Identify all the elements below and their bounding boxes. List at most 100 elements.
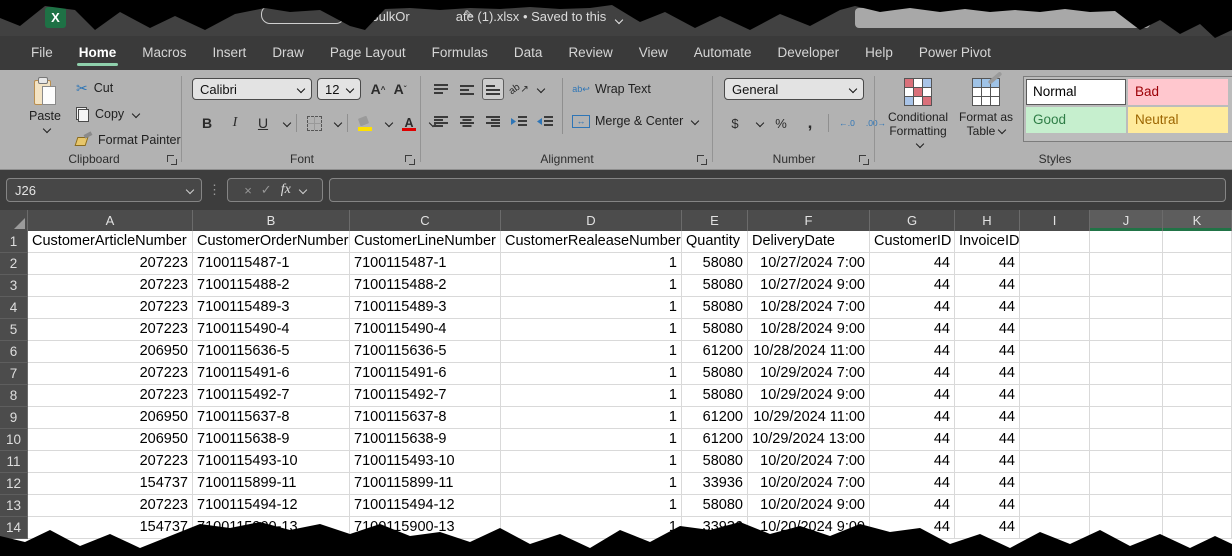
increase-indent-button[interactable] [534,110,556,132]
cell-B5[interactable]: 7100115490-4 [193,319,350,341]
menu-tab-macros[interactable]: Macros [129,36,199,70]
cell-E10[interactable]: 61200 [682,429,748,451]
cell-F7[interactable]: 10/29/2024 7:00 [748,363,870,385]
cell-D7[interactable]: 1 [501,363,682,385]
cell-K14[interactable] [1163,517,1232,539]
align-top-button[interactable] [430,78,452,100]
currency-chevron-icon[interactable] [756,119,764,127]
cell-F13[interactable]: 10/20/2024 9:00 [748,495,870,517]
cell-B9[interactable]: 7100115637-8 [193,407,350,429]
cell-K7[interactable] [1163,363,1232,385]
cell-F14[interactable]: 10/20/2024 9:00 [748,517,870,539]
column-header-k[interactable]: K [1163,210,1232,231]
cell-B4[interactable]: 7100115489-3 [193,297,350,319]
merge-center-chevron-icon[interactable] [691,117,699,125]
cell-G12[interactable]: 44 [870,473,955,495]
cell-G14[interactable]: 44 [870,517,955,539]
excel-app-icon[interactable]: X [45,7,66,28]
cell-E3[interactable]: 58080 [682,275,748,297]
cell-J7[interactable] [1090,363,1163,385]
cell-E4[interactable]: 58080 [682,297,748,319]
column-header-c[interactable]: C [350,210,501,231]
clipboard-dialog-launcher-icon[interactable] [167,155,177,165]
menu-tab-formulas[interactable]: Formulas [419,36,501,70]
cell-C7[interactable]: 7100115491-6 [350,363,501,385]
cell-E1[interactable]: Quantity [682,231,748,253]
cell-F3[interactable]: 10/27/2024 9:00 [748,275,870,297]
cell-H3[interactable]: 44 [955,275,1020,297]
orientation-chevron-icon[interactable] [537,85,545,93]
cell-E14[interactable]: 33936 [682,517,748,539]
cell-D6[interactable]: 1 [501,341,682,363]
cell-I13[interactable] [1020,495,1090,517]
cell-style-bad[interactable]: Bad [1128,79,1228,105]
row-header-9[interactable]: 9 [0,407,28,429]
row-header-4[interactable]: 4 [0,297,28,319]
cell-K13[interactable] [1163,495,1232,517]
cell-D11[interactable]: 1 [501,451,682,473]
cut-button[interactable]: ✂ Cut [76,78,113,98]
row-header-5[interactable]: 5 [0,319,28,341]
menu-tab-insert[interactable]: Insert [200,36,260,70]
cell-F11[interactable]: 10/20/2024 7:00 [748,451,870,473]
cell-D1[interactable]: CustomerRealeaseNumber [501,231,682,253]
cell-J11[interactable] [1090,451,1163,473]
cell-B14[interactable]: 7100115900-13 [193,517,350,539]
cell-H2[interactable]: 44 [955,253,1020,275]
cell-J10[interactable] [1090,429,1163,451]
fill-color-button[interactable] [354,112,376,134]
cell-F1[interactable]: DeliveryDate [748,231,870,253]
formula-input[interactable] [329,178,1226,202]
font-dialog-launcher-icon[interactable] [405,155,415,165]
cell-F12[interactable]: 10/20/2024 7:00 [748,473,870,495]
cell-C8[interactable]: 7100115492-7 [350,385,501,407]
cell-F9[interactable]: 10/29/2024 11:00 [748,407,870,429]
row-header-12[interactable]: 12 [0,473,28,495]
wrap-text-button[interactable]: ab↩ Wrap Text [572,82,651,96]
title-dropdown-chevron-icon[interactable] [612,12,622,30]
cell-A6[interactable]: 206950 [28,341,193,363]
cell-J8[interactable] [1090,385,1163,407]
menu-tab-power-pivot[interactable]: Power Pivot [906,36,1004,70]
format-painter-button[interactable]: Format Painter [76,130,181,150]
cell-F5[interactable]: 10/28/2024 9:00 [748,319,870,341]
cell-D4[interactable]: 1 [501,297,682,319]
cell-G5[interactable]: 44 [870,319,955,341]
menu-tab-automate[interactable]: Automate [681,36,765,70]
column-header-j[interactable]: J [1090,210,1163,231]
search-box[interactable] [855,8,1150,28]
cell-I11[interactable] [1020,451,1090,473]
cell-E13[interactable]: 58080 [682,495,748,517]
cell-G1[interactable]: CustomerID [870,231,955,253]
cell-H13[interactable]: 44 [955,495,1020,517]
font-size-combo[interactable]: 12 [317,78,361,100]
cell-C6[interactable]: 7100115636-5 [350,341,501,363]
menu-tab-data[interactable]: Data [501,36,556,70]
cell-G10[interactable]: 44 [870,429,955,451]
cell-H6[interactable]: 44 [955,341,1020,363]
cell-B3[interactable]: 7100115488-2 [193,275,350,297]
cell-C9[interactable]: 7100115637-8 [350,407,501,429]
cell-F10[interactable]: 10/29/2024 13:00 [748,429,870,451]
row-header-10[interactable]: 10 [0,429,28,451]
currency-format-button[interactable]: $ [724,112,746,134]
row-header-7[interactable]: 7 [0,363,28,385]
cell-I3[interactable] [1020,275,1090,297]
cell-J14[interactable] [1090,517,1163,539]
cell-J12[interactable] [1090,473,1163,495]
cell-H14[interactable]: 44 [955,517,1020,539]
row-header-14[interactable]: 14 [0,517,28,539]
cell-A8[interactable]: 207223 [28,385,193,407]
formula-bar-grip-icon[interactable]: ⋮ [208,182,221,198]
row-header-13[interactable]: 13 [0,495,28,517]
cell-C5[interactable]: 7100115490-4 [350,319,501,341]
cell-E11[interactable]: 58080 [682,451,748,473]
cell-I9[interactable] [1020,407,1090,429]
cell-K10[interactable] [1163,429,1232,451]
cell-H1[interactable]: InvoiceID [955,231,1020,253]
copy-button[interactable]: Copy [76,104,139,124]
fx-chevron-icon[interactable] [299,186,307,194]
column-header-h[interactable]: H [955,210,1020,231]
cell-style-good[interactable]: Good [1026,107,1126,133]
cell-C13[interactable]: 7100115494-12 [350,495,501,517]
